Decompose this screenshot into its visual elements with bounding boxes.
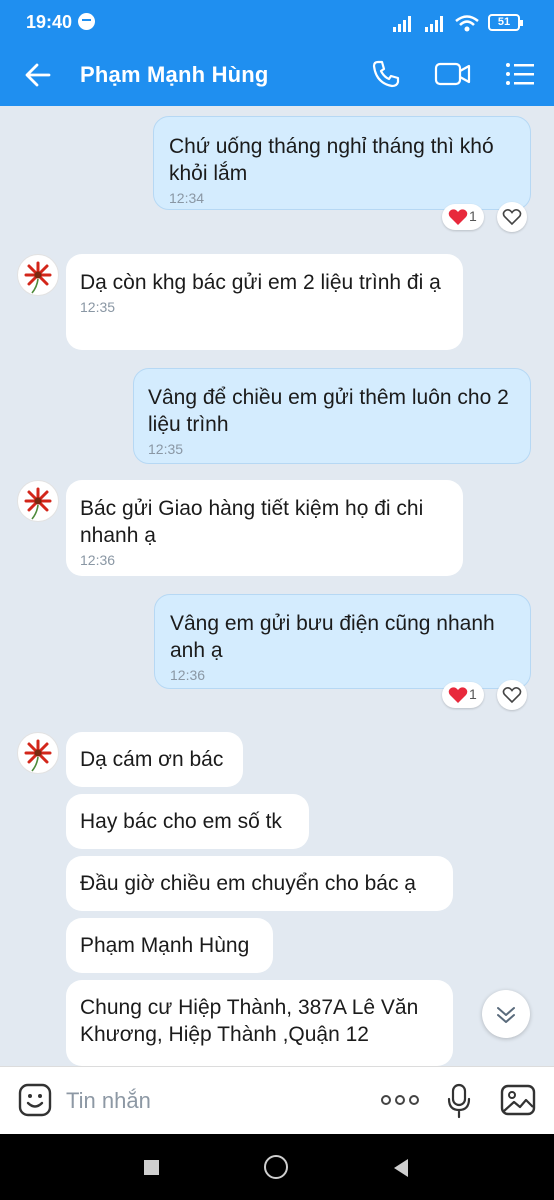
message-text: Vâng để chiều em gửi thêm luôn cho 2 liệ… (148, 386, 509, 436)
battery-icon: 51 (488, 14, 523, 31)
heart-outline-icon (502, 209, 522, 226)
more-dots-icon[interactable] (380, 1093, 420, 1107)
emoji-icon[interactable] (18, 1083, 52, 1117)
message-time: 12:35 (148, 441, 184, 457)
incoming-message[interactable]: Dạ cám ơn bác (66, 732, 243, 787)
heart-reaction[interactable]: 1 (442, 682, 484, 708)
phone-icon[interactable] (370, 58, 402, 90)
message-text: Dạ còn khg bác gửi em 2 liệu trình đi ạ (80, 271, 441, 294)
back-arrow-icon[interactable] (24, 61, 52, 89)
contact-avatar[interactable] (17, 254, 59, 296)
image-icon[interactable] (500, 1083, 536, 1117)
message-input[interactable]: Tin nhắn (66, 1088, 151, 1114)
heart-reaction[interactable]: 1 (442, 204, 484, 230)
status-bar: 19:40 51 (0, 0, 554, 44)
message-text: Phạm Mạnh Hùng (80, 934, 250, 957)
like-reaction-button[interactable] (497, 680, 527, 710)
message-input-bar: Tin nhắn (0, 1066, 554, 1135)
heart-icon (448, 209, 468, 225)
message-text: Hay bác cho em số tk (80, 810, 282, 833)
back-nav-icon[interactable] (392, 1158, 410, 1178)
outgoing-message[interactable]: Chứ uống tháng nghỉ tháng thì khó khỏi l… (153, 116, 531, 210)
home-icon[interactable] (264, 1155, 288, 1179)
contact-name[interactable]: Phạm Mạnh Hùng (80, 62, 269, 88)
message-text: Chứ uống tháng nghỉ tháng thì khó khỏi l… (169, 135, 494, 185)
signal-icon (425, 16, 443, 32)
double-chevron-down-icon (497, 1007, 515, 1023)
flower-avatar-icon (24, 739, 52, 772)
chat-area[interactable]: Chứ uống tháng nghỉ tháng thì khó khỏi l… (0, 106, 554, 1066)
flower-avatar-icon (24, 261, 52, 294)
incoming-message[interactable]: Bác gửi Giao hàng tiết kiệm họ đi chi nh… (66, 480, 463, 576)
recent-apps-icon[interactable] (144, 1160, 159, 1175)
message-time: 12:35 (80, 299, 116, 315)
like-reaction-button[interactable] (497, 202, 527, 232)
contact-avatar[interactable] (17, 732, 59, 774)
system-nav-bar (0, 1134, 554, 1200)
incoming-message[interactable]: Phạm Mạnh Hùng (66, 918, 273, 973)
heart-outline-icon (502, 687, 522, 704)
incoming-message[interactable]: Hay bác cho em số tk (66, 794, 309, 849)
incoming-message[interactable]: Chung cư Hiệp Thành, 387A Lê Văn Khương,… (66, 980, 453, 1066)
message-text: Chung cư Hiệp Thành, 387A Lê Văn Khương,… (80, 996, 419, 1046)
reaction-count: 1 (469, 686, 477, 702)
status-time: 19:40 (26, 12, 73, 32)
microphone-icon[interactable] (446, 1083, 472, 1119)
flower-avatar-icon (24, 487, 52, 520)
heart-icon (448, 687, 468, 703)
message-time: 12:36 (80, 552, 116, 568)
outgoing-message[interactable]: Vâng em gửi bưu điện cũng nhanh anh ạ 12… (154, 594, 531, 689)
scroll-to-bottom-button[interactable] (482, 990, 530, 1038)
incoming-message[interactable]: Dạ còn khg bác gửi em 2 liệu trình đi ạ … (66, 254, 463, 350)
message-text: Vâng em gửi bưu điện cũng nhanh anh ạ (170, 612, 495, 662)
menu-list-icon[interactable] (504, 58, 536, 90)
incoming-message[interactable]: Đầu giờ chiều em chuyển cho bác ạ (66, 856, 453, 911)
video-call-icon[interactable] (434, 58, 472, 90)
message-text: Đầu giờ chiều em chuyển cho bác ạ (80, 872, 416, 895)
outgoing-message[interactable]: Vâng để chiều em gửi thêm luôn cho 2 liệ… (133, 368, 531, 464)
reaction-count: 1 (469, 208, 477, 224)
messenger-icon (78, 13, 95, 30)
message-text: Dạ cám ơn bác (80, 748, 224, 771)
message-text: Bác gửi Giao hàng tiết kiệm họ đi chi nh… (80, 497, 424, 547)
signal-icon (393, 16, 411, 32)
chat-header: Phạm Mạnh Hùng (0, 44, 554, 106)
wifi-icon (455, 15, 479, 32)
contact-avatar[interactable] (17, 480, 59, 522)
